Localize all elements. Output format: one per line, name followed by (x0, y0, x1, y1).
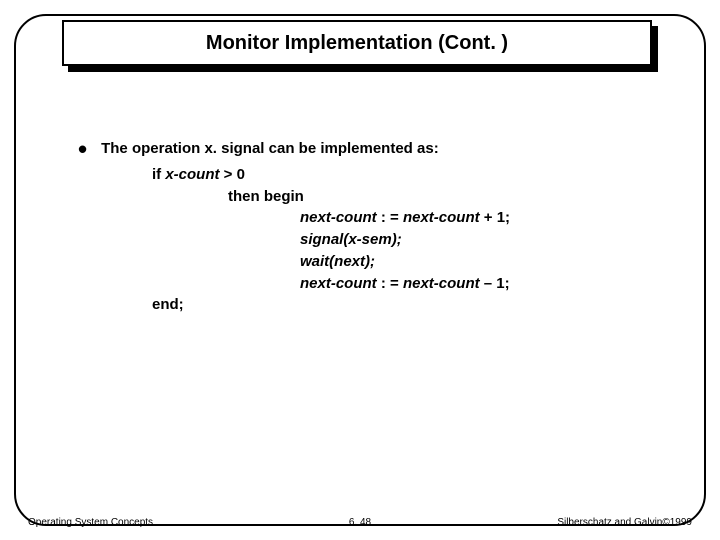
code-line-4: next-count : = next-count – 1; (78, 273, 658, 295)
l1b: : = (377, 209, 403, 226)
bullet-icon: • (78, 142, 87, 156)
l4d: – 1; (480, 275, 510, 292)
footer-right-b: 1999 (670, 517, 692, 528)
footer-right: Silberschatz and Galvin©1999 (557, 517, 692, 528)
bullet-text: The operation x. signal can be implement… (101, 138, 658, 160)
code-line-end: end; (78, 294, 658, 316)
footer-left: Operating System Concepts (28, 517, 153, 528)
code-line-1: next-count : = next-count + 1; (78, 207, 658, 229)
copy-icon: © (662, 517, 669, 528)
if-cond: x-count (161, 166, 224, 183)
l1a: next-count (300, 209, 377, 226)
kw-then: then begin (228, 188, 304, 205)
l4a: next-count (300, 275, 377, 292)
footer-right-a: Silberschatz and Galvin (557, 517, 662, 528)
title-box: Monitor Implementation (Cont. ) (62, 20, 652, 66)
slide: Monitor Implementation (Cont. ) • The op… (0, 0, 720, 540)
end-semi: ; (179, 296, 184, 313)
code-line-then: then begin (78, 186, 658, 208)
if-rest: > 0 (224, 166, 245, 183)
footer-center: 6. 48 (349, 517, 371, 528)
pseudocode: if x-count > 0 then begin next-count : =… (78, 164, 658, 316)
l1d: + 1; (480, 209, 510, 226)
page-title: Monitor Implementation (Cont. ) (206, 32, 508, 55)
code-line-if: if x-count > 0 (78, 164, 658, 186)
l3a: wait(next); (300, 253, 375, 270)
kw-end: end (152, 296, 179, 313)
l4c: next-count (403, 275, 480, 292)
content: • The operation x. signal can be impleme… (78, 138, 658, 316)
bullet-row: • The operation x. signal can be impleme… (78, 138, 658, 160)
l2a: signal(x-sem); (300, 231, 402, 248)
l1c: next-count (403, 209, 480, 226)
code-line-2: signal(x-sem); (78, 229, 658, 251)
l4b: : = (377, 275, 403, 292)
code-line-3: wait(next); (78, 251, 658, 273)
kw-if: if (152, 166, 161, 183)
footer: Operating System Concepts 6. 48 Silbersc… (28, 517, 692, 528)
